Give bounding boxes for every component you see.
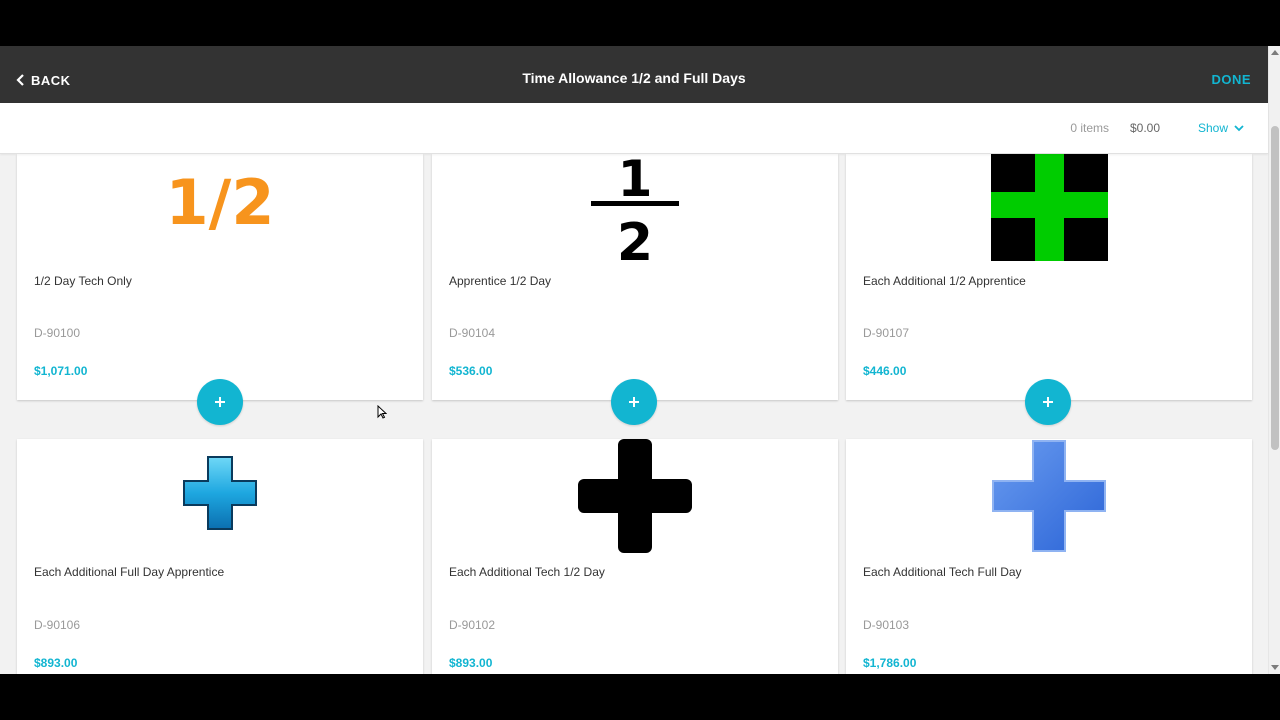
product-image: [846, 154, 1252, 262]
product-name: 1/2 Day Tech Only: [34, 274, 132, 288]
scroll-down-arrow-icon[interactable]: [1271, 665, 1279, 670]
add-to-cart-button[interactable]: [611, 379, 657, 425]
product-card[interactable]: Each Additional 1/2 Apprentice D-90107 $…: [846, 154, 1252, 400]
plus-icon: [629, 397, 639, 407]
show-dropdown[interactable]: Show: [1198, 121, 1244, 135]
product-name: Each Additional Tech Full Day: [863, 565, 1022, 579]
product-name: Each Additional Tech 1/2 Day: [449, 565, 605, 579]
items-count: 0 items: [1070, 121, 1109, 135]
app-window: BACK Time Allowance 1/2 and Full Days DO…: [0, 46, 1280, 674]
done-button[interactable]: DONE: [1211, 72, 1251, 87]
product-card[interactable]: Each Additional Tech 1/2 Day D-90102 $89…: [432, 439, 838, 674]
product-card[interactable]: Each Additional Full Day Apprentice D-90…: [17, 439, 423, 674]
product-sku: D-90103: [863, 618, 910, 632]
svg-text:1/2: 1/2: [166, 166, 275, 239]
product-name: Each Additional Full Day Apprentice: [34, 565, 225, 579]
add-to-cart-button[interactable]: [1025, 379, 1071, 425]
product-price: $1,071.00: [34, 364, 88, 378]
product-name: Apprentice 1/2 Day: [449, 274, 552, 288]
green-plus-icon: [990, 154, 1108, 261]
product-sku: D-90100: [34, 326, 81, 340]
product-card[interactable]: 1/2 1/2 Day Tech Only D-90100 $1,071.00: [17, 154, 423, 400]
product-sku: D-90102: [449, 618, 496, 632]
product-image: [17, 453, 423, 543]
product-image: 1/2: [17, 154, 423, 262]
add-to-cart-button[interactable]: [197, 379, 243, 425]
svg-text:1: 1: [618, 154, 653, 208]
product-price: $536.00: [449, 364, 493, 378]
product-sku: D-90104: [449, 326, 496, 340]
show-label: Show: [1197, 121, 1228, 135]
product-name: Each Additional 1/2 Apprentice: [863, 274, 1026, 288]
fraction-half-icon: 1 2: [591, 154, 679, 262]
product-grid: 1/2 1/2 Day Tech Only D-90100 $1,071.00 …: [0, 154, 1268, 674]
product-price: $446.00: [863, 364, 907, 378]
product-image: [846, 439, 1252, 553]
product-price: $893.00: [449, 656, 493, 670]
product-price: $893.00: [34, 656, 78, 670]
product-card[interactable]: 1 2 Apprentice 1/2 Day D-90104 $536.00: [432, 154, 838, 400]
svg-text:2: 2: [617, 213, 653, 262]
black-plus-icon: [578, 439, 692, 553]
page-title: Time Allowance 1/2 and Full Days: [522, 70, 746, 86]
cart-total: $0.00: [1129, 121, 1160, 135]
orange-half-icon: 1/2: [166, 166, 275, 239]
product-image: [432, 437, 838, 555]
mouse-cursor-icon: [377, 405, 387, 419]
product-sku: D-90107: [863, 326, 910, 340]
blue-plus-icon: [992, 440, 1106, 552]
plus-icon: [1043, 397, 1053, 407]
cart-summary-bar: 0 items $0.00 Show: [0, 103, 1268, 154]
cyan-plus-icon: [183, 456, 257, 530]
vertical-scrollbar[interactable]: [1268, 46, 1280, 674]
chevron-down-icon: [1234, 124, 1244, 131]
product-card[interactable]: Each Additional Tech Full Day D-90103 $1…: [846, 439, 1252, 674]
product-image: 1 2: [432, 154, 838, 262]
scrollbar-thumb[interactable]: [1271, 126, 1279, 450]
scroll-up-arrow-icon[interactable]: [1271, 50, 1279, 55]
product-sku: D-90106: [34, 618, 81, 632]
product-price: $1,786.00: [863, 656, 917, 670]
top-header: BACK Time Allowance 1/2 and Full Days DO…: [0, 46, 1268, 103]
plus-icon: [215, 397, 225, 407]
